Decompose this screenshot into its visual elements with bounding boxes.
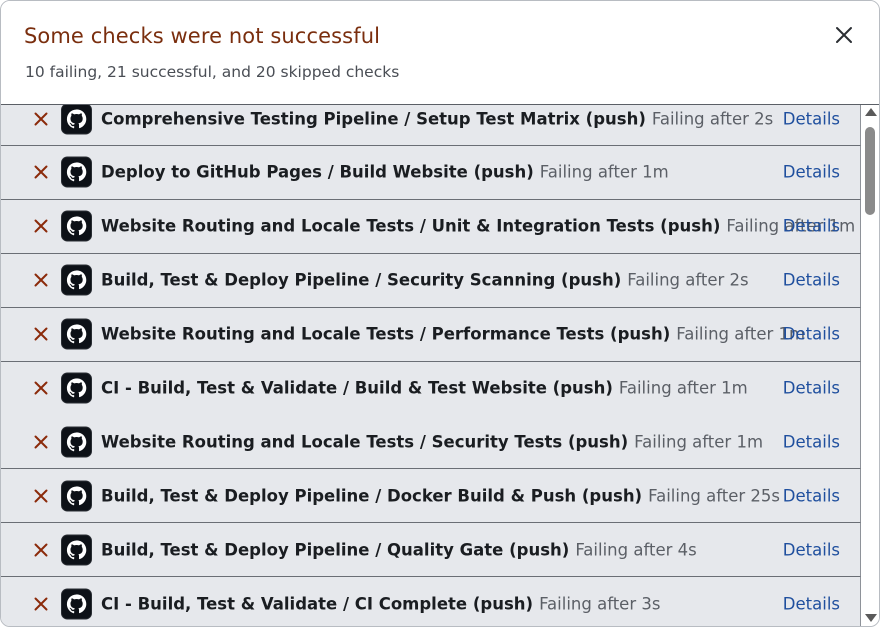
scroll-thumb[interactable]: [865, 127, 875, 215]
x-icon: [34, 435, 48, 449]
details-link[interactable]: Details: [783, 163, 840, 182]
x-icon: [34, 543, 48, 557]
check-row: Build, Test & Deploy Pipeline / Security…: [1, 253, 861, 308]
details-link[interactable]: Details: [783, 540, 840, 559]
check-row: Website Routing and Locale Tests / Unit …: [1, 199, 861, 254]
check-status: Failing after 2s: [651, 109, 774, 128]
check-name: Build, Test & Deploy Pipeline / Docker B…: [101, 486, 643, 506]
check-name: Website Routing and Locale Tests / Unit …: [101, 216, 721, 236]
check-row: Deploy to GitHub Pages / Build Website (…: [1, 145, 861, 200]
check-status: Failing after 25s: [648, 486, 780, 506]
check-label: Website Routing and Locale Tests / Secur…: [101, 432, 763, 451]
check-status: Failing after 1m: [539, 162, 669, 182]
close-icon: [836, 27, 852, 43]
check-row: Build, Test & Deploy Pipeline / Quality …: [1, 523, 861, 578]
check-row: CI - Build, Test & Validate / Build & Te…: [1, 361, 861, 416]
details-link[interactable]: Details: [783, 379, 840, 398]
check-label: Website Routing and Locale Tests / Perfo…: [101, 325, 805, 344]
check-name: Website Routing and Locale Tests / Secur…: [101, 432, 629, 452]
x-icon: [34, 327, 48, 341]
scroll-up-arrow-icon[interactable]: [865, 108, 877, 116]
check-name: Comprehensive Testing Pipeline / Setup T…: [101, 109, 646, 128]
github-icon: [61, 426, 92, 458]
check-name: Website Routing and Locale Tests / Perfo…: [101, 324, 671, 344]
details-link[interactable]: Details: [783, 325, 840, 344]
x-icon: [34, 112, 48, 125]
check-status: Failing after 1m: [634, 432, 764, 452]
check-label: Build, Test & Deploy Pipeline / Security…: [101, 271, 749, 290]
x-icon: [34, 165, 48, 179]
check-name: Build, Test & Deploy Pipeline / Quality …: [101, 540, 570, 560]
x-icon: [34, 381, 48, 395]
x-icon: [34, 489, 48, 503]
check-label: CI - Build, Test & Validate / CI Complet…: [101, 594, 660, 613]
scroll-down-arrow-icon[interactable]: [865, 614, 877, 622]
check-label: Build, Test & Deploy Pipeline / Docker B…: [101, 486, 780, 505]
github-icon: [61, 480, 92, 512]
check-row: CI - Build, Test & Validate / CI Complet…: [1, 577, 861, 626]
github-icon: [61, 105, 92, 134]
details-link[interactable]: Details: [783, 432, 840, 451]
x-icon: [34, 597, 48, 611]
x-icon: [34, 273, 48, 287]
github-icon: [61, 156, 92, 188]
check-row: Website Routing and Locale Tests / Secur…: [1, 415, 861, 470]
github-icon: [61, 318, 92, 350]
checks-dialog: Some checks were not successful 10 faili…: [0, 0, 880, 627]
github-icon: [61, 534, 92, 566]
details-link[interactable]: Details: [783, 594, 840, 613]
close-button[interactable]: [833, 24, 855, 46]
details-link[interactable]: Details: [783, 271, 840, 290]
details-link[interactable]: Details: [783, 109, 840, 128]
github-icon: [61, 372, 92, 404]
github-icon: [61, 210, 92, 242]
details-link[interactable]: Details: [783, 486, 840, 505]
check-label: Deploy to GitHub Pages / Build Website (…: [101, 163, 669, 182]
check-label: Build, Test & Deploy Pipeline / Quality …: [101, 540, 697, 559]
check-name: CI - Build, Test & Validate / Build & Te…: [101, 378, 613, 398]
check-label: Comprehensive Testing Pipeline / Setup T…: [101, 109, 773, 128]
check-name: Build, Test & Deploy Pipeline / Security…: [101, 270, 622, 290]
check-name: Deploy to GitHub Pages / Build Website (…: [101, 162, 534, 182]
github-icon: [61, 588, 92, 620]
check-name: CI - Build, Test & Validate / CI Complet…: [101, 594, 534, 614]
dialog-subtitle: 10 failing, 21 successful, and 20 skippe…: [25, 63, 400, 81]
checks-list: Comprehensive Testing Pipeline / Setup T…: [1, 105, 861, 626]
check-row: Website Routing and Locale Tests / Perfo…: [1, 307, 861, 362]
x-icon: [34, 219, 48, 233]
check-status: Failing after 1m: [618, 378, 748, 398]
vertical-scrollbar[interactable]: [861, 105, 879, 626]
dialog-title: Some checks were not successful: [24, 24, 381, 48]
check-status: Failing after 3s: [539, 594, 661, 614]
details-link[interactable]: Details: [783, 217, 840, 236]
check-label: Website Routing and Locale Tests / Unit …: [101, 217, 855, 236]
check-label: CI - Build, Test & Validate / Build & Te…: [101, 379, 748, 398]
check-status: Failing after 4s: [575, 540, 697, 560]
check-row: Comprehensive Testing Pipeline / Setup T…: [1, 105, 861, 146]
check-row: Build, Test & Deploy Pipeline / Docker B…: [1, 469, 861, 524]
check-status: Failing after 2s: [627, 270, 749, 290]
github-icon: [61, 264, 92, 296]
dialog-header: Some checks were not successful 10 faili…: [1, 1, 879, 105]
